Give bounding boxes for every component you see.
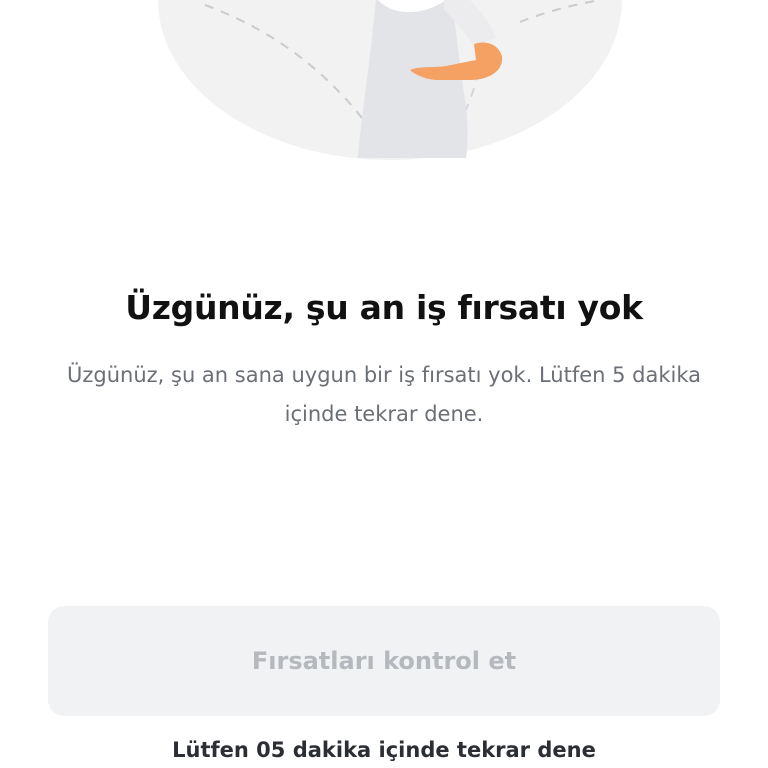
no-opportunities-screen: Üzgünüz, şu an iş fırsatı yok Üzgünüz, ş… [0,0,768,768]
retry-countdown-text: Lütfen 05 dakika içinde tekrar dene [172,738,596,762]
check-opportunities-button[interactable]: Fırsatları kontrol et [48,606,720,716]
person-illustration [158,0,622,160]
empty-state-message: Üzgünüz, şu an sana uygun bir iş fırsatı… [66,363,702,426]
page-title: Üzgünüz, şu an iş fırsatı yok [125,288,643,327]
